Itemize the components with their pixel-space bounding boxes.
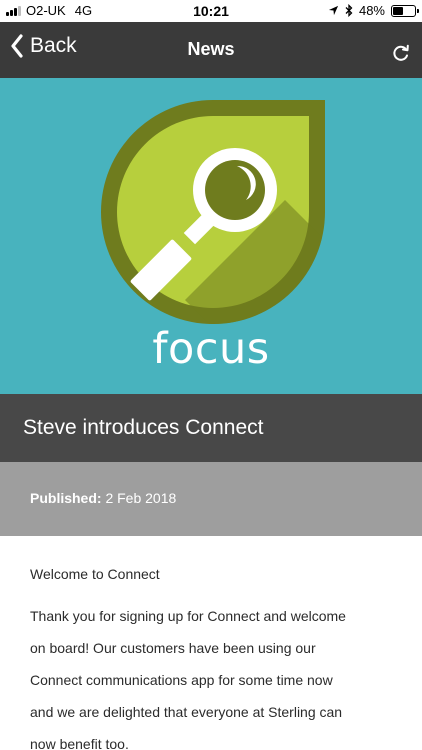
back-button[interactable]: Back [10, 34, 77, 58]
published-date: 2 Feb 2018 [105, 490, 177, 506]
battery-icon [391, 4, 419, 17]
article-title-bar: Steve introduces Connect [0, 394, 422, 462]
focus-logo-text: focus [152, 324, 270, 374]
back-label: Back [30, 34, 77, 57]
article-paragraph: Thank you for signing up for Connect and… [30, 600, 400, 750]
status-right: 48% [328, 3, 419, 18]
hero-image: focus [0, 78, 422, 394]
paragraph-line: on board! Our customers have been using … [30, 640, 316, 656]
nav-bar: Back News [0, 22, 422, 78]
battery-percent: 48% [358, 3, 385, 18]
chevron-left-icon [11, 34, 23, 58]
refresh-button[interactable] [390, 42, 412, 64]
status-bar: O2-UK 4G 10:21 48% [0, 0, 422, 22]
magnifier-leaf-icon [101, 100, 325, 324]
paragraph-line: and we are delighted that everyone at St… [30, 704, 343, 720]
published-label: Published: [30, 490, 102, 506]
paragraph-line: now benefit too. [30, 736, 129, 750]
article-title: Steve introduces Connect [23, 416, 264, 439]
battery-fill [393, 6, 404, 15]
published-bar: Published: 2 Feb 2018 [0, 462, 422, 536]
bluetooth-icon [345, 4, 353, 17]
article-body: Welcome to Connect Thank you for signing… [30, 562, 400, 750]
article-greeting: Welcome to Connect [30, 566, 160, 582]
paragraph-line: Connect communications app for some time… [30, 672, 333, 688]
refresh-icon [393, 44, 409, 61]
published-info: Published: 2 Feb 2018 [30, 490, 176, 506]
focus-logo [95, 94, 331, 330]
paragraph-line: Thank you for signing up for Connect and… [30, 608, 346, 624]
location-arrow-icon [328, 5, 339, 16]
